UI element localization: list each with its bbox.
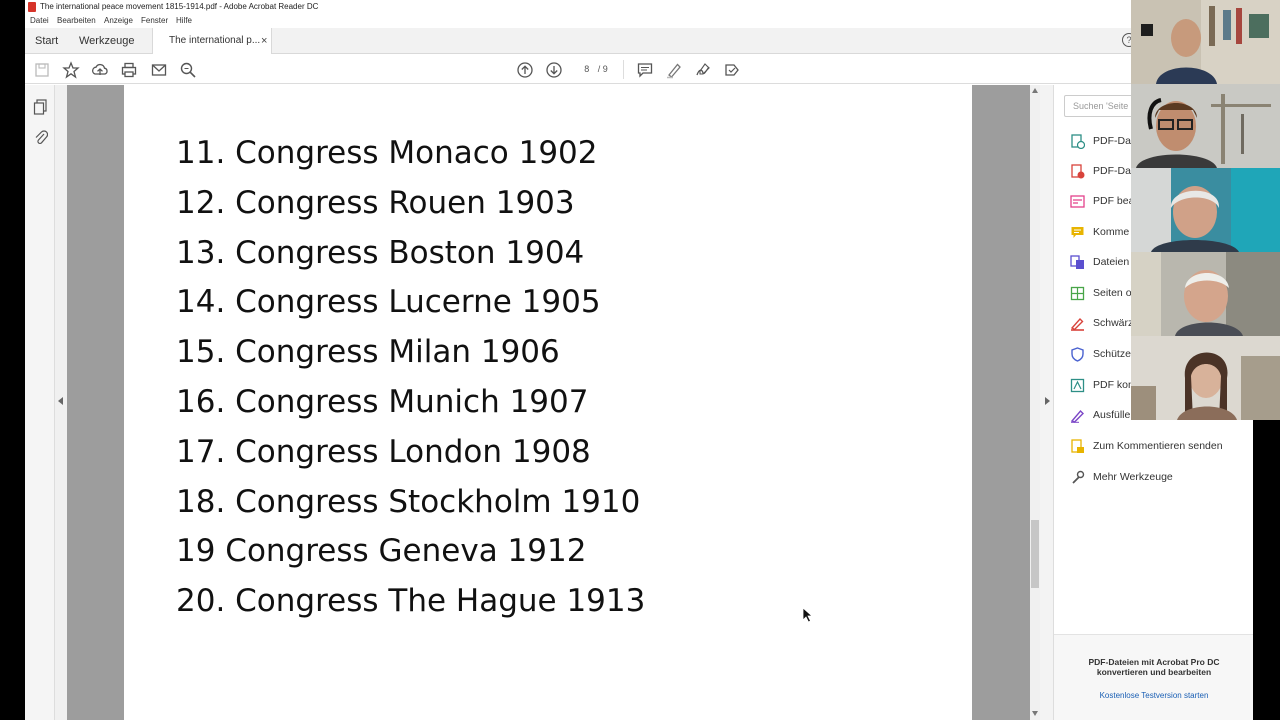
tab-close-icon[interactable]: × [261,28,267,54]
list-item: 17. Congress London 1908 [176,433,591,470]
more-tools-icon [1072,470,1085,484]
toolbar-divider [623,60,624,79]
menu-view[interactable]: Anzeige [104,14,133,28]
tool-label: Dateien [1093,256,1130,268]
page-thumbnails-icon[interactable] [33,99,48,115]
participant-video-5[interactable] [1131,336,1280,420]
list-item: 19 Congress Geneva 1912 [176,533,587,570]
search-icon[interactable] [179,61,197,79]
list-item: 15. Congress Milan 1906 [176,334,560,371]
tool-label: Seiten o [1093,287,1132,299]
window-title: The international peace movement 1815-19… [40,2,319,11]
combine-files-icon [1070,255,1084,269]
fill-sign-tool-icon[interactable] [723,61,741,79]
list-item: 20. Congress The Hague 1913 [176,583,646,620]
mouse-cursor-icon [802,607,814,623]
sign-icon[interactable] [694,61,712,79]
left-navigation-pane [25,85,55,720]
tool-label: Mehr Werkzeuge [1093,471,1173,483]
pdf-export-icon [1071,134,1085,149]
collapse-left-arrow-icon[interactable] [58,397,64,405]
tool-label: Zum Kommentieren senden [1093,440,1223,452]
tab-tools[interactable]: Werkzeuge [79,28,134,54]
tab-document-label: The international p... [169,35,261,46]
pdf-edit-icon [1070,195,1085,208]
tab-start[interactable]: Start [35,28,58,54]
page-number-input[interactable]: 8 [584,64,589,74]
next-page-icon[interactable] [545,61,563,79]
tool-label: Ausfülle [1093,409,1131,421]
tool-label: Schwärz [1093,317,1134,329]
optimize-pdf-icon [1070,378,1085,393]
tab-document[interactable]: The international p... × [152,28,272,54]
tab-bar: Start Werkzeuge The international p... ×… [25,28,1136,54]
participant-video-3[interactable] [1131,168,1280,252]
document-scrollbar[interactable] [1030,85,1040,720]
menu-bar: Datei Bearbeiten Anzeige Fenster Hilfe [25,14,1131,28]
scroll-up-arrow-icon[interactable] [1032,88,1038,93]
scrollbar-thumb[interactable] [1031,520,1039,588]
tool-label: PDF-Dat [1093,165,1134,177]
organize-pages-icon [1070,286,1085,301]
scroll-down-arrow-icon[interactable] [1032,711,1038,716]
menu-help[interactable]: Hilfe [176,14,192,28]
page-total: / 9 [597,64,608,74]
participant-video-4[interactable] [1131,252,1280,336]
comment-icon[interactable] [636,61,654,79]
participant-video-1[interactable] [1131,0,1280,84]
collapse-right-arrow-icon[interactable] [1044,397,1050,405]
right-pane-collapse-handle[interactable] [1040,85,1053,720]
screen-edge-right [1253,420,1280,720]
tool-label: PDF-Dat [1093,135,1134,147]
print-icon[interactable] [120,61,138,79]
free-trial-link[interactable]: Kostenlose Testversion starten [1064,691,1244,700]
menu-file[interactable]: Datei [30,14,49,28]
upload-cloud-icon[interactable] [91,61,109,79]
congress-list: 11. Congress Monaco 1902 12. Congress Ro… [176,129,645,627]
pdf-app-icon [28,2,36,12]
toolbar: 8 / 9 [25,55,1131,84]
list-item: 13. Congress Boston 1904 [176,234,585,271]
pdf-page: 11. Congress Monaco 1902 12. Congress Ro… [124,85,972,720]
menu-edit[interactable]: Bearbeiten [57,14,96,28]
list-item: 11. Congress Monaco 1902 [176,135,598,171]
tool-label: PDF bea [1093,195,1135,207]
page-indicator: 8 / 9 [576,62,616,77]
tool-label: Schütze [1093,348,1131,360]
pdf-create-icon [1071,164,1085,179]
tool-label: Komme [1093,226,1130,238]
list-item: 14. Congress Lucerne 1905 [176,284,601,321]
list-item: 12. Congress Rouen 1903 [176,184,575,221]
list-item: 18. Congress Stockholm 1910 [176,483,641,520]
acrobat-window: The international peace movement 1815-19… [0,0,1280,720]
menu-window[interactable]: Fenster [141,14,168,28]
screen-edge-left [0,0,25,720]
redact-icon [1070,317,1084,331]
save-icon[interactable] [33,61,51,79]
tools-search-input[interactable]: Suchen 'Seite e [1064,95,1134,117]
bookmark-star-icon[interactable] [62,61,80,79]
attachment-icon[interactable] [33,129,48,145]
protect-icon [1071,347,1084,362]
email-icon[interactable] [150,61,168,79]
left-pane-collapse-handle[interactable] [55,85,67,720]
document-viewport[interactable]: 11. Congress Monaco 1902 12. Congress Ro… [67,85,1030,720]
highlight-pen-icon[interactable] [665,61,683,79]
list-item: 16. Congress Munich 1907 [176,383,589,420]
upgrade-promo: PDF-Dateien mit Acrobat Pro DC konvertie… [1054,634,1254,720]
tool-label: PDF kon [1093,379,1134,391]
promo-title: PDF-Dateien mit Acrobat Pro DC konvertie… [1088,657,1220,677]
previous-page-icon[interactable] [516,61,534,79]
send-comment-icon [1071,439,1084,453]
comment-icon [1071,227,1084,238]
title-bar: The international peace movement 1815-19… [25,0,1131,14]
fill-sign-icon [1070,409,1084,423]
participant-video-2[interactable] [1131,84,1280,168]
